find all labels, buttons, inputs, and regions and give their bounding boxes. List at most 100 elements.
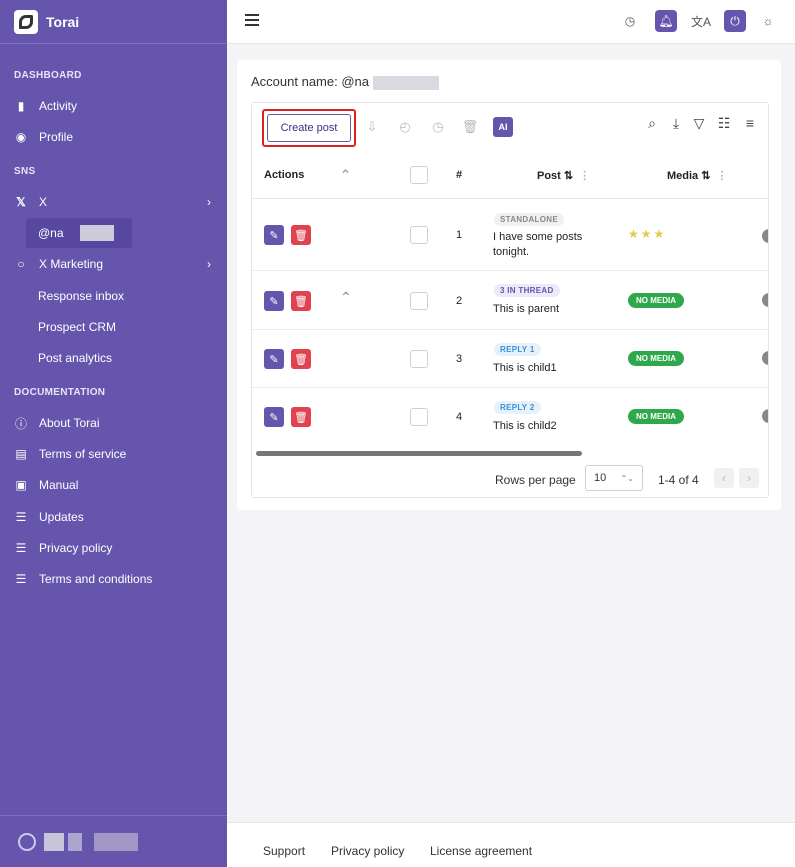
- ai-button[interactable]: AI: [493, 117, 513, 137]
- redacted-block: [44, 832, 64, 851]
- edit-icon[interactable]: ✎: [264, 291, 284, 311]
- row-checkbox[interactable]: [410, 408, 428, 426]
- power-icon[interactable]: ⏻: [724, 10, 746, 32]
- posts-table: Create post ⇩ ◴ ◷ 🗑︎ AI ⌕ ⤓ ▽ ☷ ≡ Action…: [251, 102, 769, 498]
- delete-icon[interactable]: 🗑︎: [291, 407, 311, 427]
- sidebar-item-profile[interactable]: ◉ Profile: [0, 123, 227, 151]
- sidebar-item-account[interactable]: @na: [26, 218, 132, 248]
- header-post-label: Post ⇅: [537, 169, 574, 182]
- history-icon[interactable]: ◷: [619, 10, 641, 32]
- sidebar-item-x[interactable]: 𝕏 X ›: [0, 188, 227, 216]
- sun-icon[interactable]: ☼: [757, 10, 779, 32]
- sidebar-item-activity[interactable]: ▮ Activity: [0, 92, 227, 120]
- schedule-remove-icon[interactable]: ◷: [428, 117, 448, 137]
- pagination: Rows per page 10 ⌃⌄ 1-4 of 4 ‹ ›: [252, 461, 768, 497]
- sidebar-item-post-analytics[interactable]: Post analytics: [0, 344, 227, 372]
- sidebar-item-terms-conditions[interactable]: ☰ Terms and conditions: [0, 565, 227, 593]
- row-checkbox[interactable]: [410, 350, 428, 368]
- filter-icon[interactable]: ▽: [689, 113, 709, 133]
- menu-toggle-icon[interactable]: [245, 14, 259, 26]
- create-post-button[interactable]: Create post: [267, 114, 351, 142]
- app-name: Torai: [46, 13, 80, 30]
- sidebar-item-label: Updates: [39, 510, 84, 524]
- footer-license-link[interactable]: License agreement: [430, 844, 532, 858]
- row-checkbox[interactable]: [410, 226, 428, 244]
- brand[interactable]: Torai: [0, 0, 227, 44]
- columns-icon[interactable]: ☷: [714, 113, 734, 133]
- delete-icon[interactable]: 🗑︎: [291, 349, 311, 369]
- sidebar-item-label: X Marketing: [39, 257, 104, 271]
- document-icon: ▤: [15, 447, 27, 461]
- list-icon: ☰: [15, 510, 27, 524]
- sidebar-item-label: Post analytics: [38, 351, 113, 365]
- schedule-add-icon[interactable]: ◴: [395, 117, 415, 137]
- sidebar-item-x-marketing[interactable]: ○ X Marketing ›: [0, 250, 227, 278]
- posts-card: Account name: @na Create post ⇩ ◴ ◷ 🗑︎ A…: [237, 60, 781, 510]
- top-bar: ◷ 🔔︎ 文A ⏻ ☼: [227, 0, 795, 44]
- table-row[interactable]: ✎ 🗑︎ 1 STANDALONE I have some posts toni…: [252, 199, 768, 271]
- sidebar-item-updates[interactable]: ☰ Updates: [0, 503, 227, 531]
- prev-page-button[interactable]: ‹: [714, 468, 734, 488]
- header-post[interactable]: Post ⇅ ⋮: [537, 151, 590, 199]
- post-text: This is child2: [493, 420, 557, 432]
- user-circle-icon: ◉: [15, 130, 27, 144]
- translate-icon[interactable]: 文A: [690, 10, 712, 32]
- column-menu-icon[interactable]: ⋮: [579, 169, 590, 182]
- rows-per-page-select[interactable]: 10 ⌃⌄: [585, 465, 643, 491]
- search-icon[interactable]: ⌕: [642, 113, 662, 133]
- table-row[interactable]: ✎ 🗑︎ ⌃ 2 3 IN THREAD This is parent NO M…: [252, 271, 768, 330]
- sidebar-item-terms-service[interactable]: ▤ Terms of service: [0, 440, 227, 468]
- sidebar-item-label: Response inbox: [38, 289, 125, 303]
- bell-icon[interactable]: 🔔︎: [655, 10, 677, 32]
- post-type-badge: REPLY 1: [494, 343, 541, 356]
- user-profile-footer[interactable]: [0, 815, 227, 867]
- next-page-button[interactable]: ›: [739, 468, 759, 488]
- trash-icon[interactable]: 🗑︎: [460, 117, 480, 137]
- bar-chart-icon: ▮: [17, 99, 25, 113]
- post-type-badge: 3 IN THREAD: [494, 284, 560, 297]
- sidebar-item-about[interactable]: ⓘ About Torai: [0, 409, 227, 437]
- density-icon[interactable]: ≡: [740, 113, 760, 133]
- table-toolbar: Create post ⇩ ◴ ◷ 🗑︎ AI ⌕ ⤓ ▽ ☷ ≡: [252, 103, 768, 151]
- book-icon: ▣: [15, 478, 27, 492]
- status-dot: [762, 293, 768, 307]
- header-select-all[interactable]: [410, 151, 428, 199]
- sidebar-item-label: X: [39, 195, 48, 209]
- import-icon[interactable]: ⇩: [362, 117, 382, 137]
- delete-icon[interactable]: 🗑︎: [291, 225, 311, 245]
- status-dot: [762, 229, 768, 243]
- sidebar-item-manual[interactable]: ▣ Manual: [0, 471, 227, 499]
- header-media[interactable]: Media ⇅ ⋮: [667, 151, 727, 199]
- post-text: This is child1: [493, 362, 557, 374]
- edit-icon[interactable]: ✎: [264, 225, 284, 245]
- delete-icon[interactable]: 🗑︎: [291, 291, 311, 311]
- redacted-block: [68, 832, 82, 851]
- horizontal-scrollbar[interactable]: [256, 451, 582, 456]
- table-row[interactable]: ✎ 🗑︎ 3 REPLY 1 This is child1 NO MEDIA: [252, 330, 768, 388]
- sidebar-item-prospect-crm[interactable]: Prospect CRM: [0, 313, 227, 341]
- status-dot: [762, 409, 768, 423]
- edit-icon[interactable]: ✎: [264, 407, 284, 427]
- media-thumbnails[interactable]: ★★★: [628, 227, 666, 241]
- expand-all-icon[interactable]: ⌃: [340, 151, 351, 199]
- column-menu-icon[interactable]: ⋮: [716, 169, 727, 182]
- row-checkbox[interactable]: [410, 292, 428, 310]
- edit-icon[interactable]: ✎: [264, 349, 284, 369]
- sidebar-item-label: Manual: [39, 478, 79, 492]
- sidebar-item-response-inbox[interactable]: Response inbox: [0, 282, 227, 310]
- collapse-icon[interactable]: ⌃: [340, 289, 352, 306]
- sidebar-item-privacy[interactable]: ☰ Privacy policy: [0, 534, 227, 562]
- x-logo-icon: 𝕏: [16, 195, 26, 209]
- redacted-block: [79, 225, 114, 241]
- list-icon: ☰: [15, 572, 27, 586]
- post-type-badge: REPLY 2: [494, 401, 541, 414]
- post-text: This is parent: [493, 303, 560, 315]
- footer-privacy-link[interactable]: Privacy policy: [331, 844, 404, 858]
- status-dot: [762, 351, 768, 365]
- table-row[interactable]: ✎ 🗑︎ 4 REPLY 2 This is child2 NO MEDIA: [252, 388, 768, 446]
- page-range: 1-4 of 4: [658, 473, 699, 487]
- rows-per-page-label: Rows per page: [495, 473, 576, 487]
- table-header: Actions ⌃ # Post ⇅ ⋮ Media ⇅ ⋮: [252, 151, 768, 199]
- footer-support-link[interactable]: Support: [263, 844, 305, 858]
- download-icon[interactable]: ⤓: [666, 113, 686, 133]
